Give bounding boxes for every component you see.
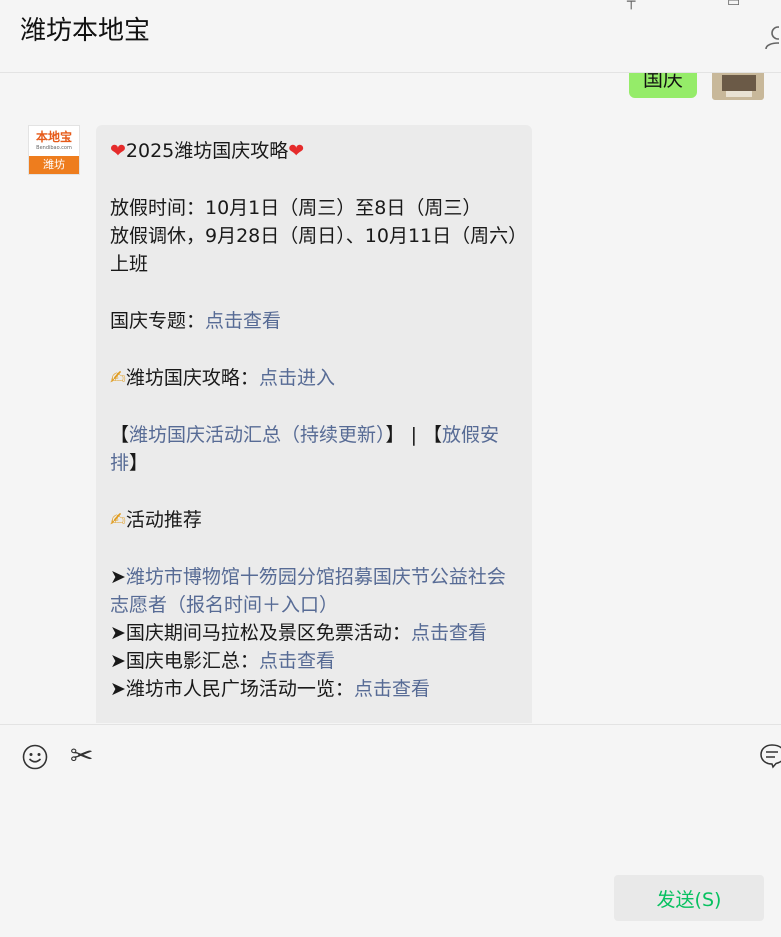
arrow-icon: ➤ bbox=[110, 650, 126, 672]
message-list[interactable]: 国庆 本地宝 Bendibao.com 潍坊 ❤2025潍坊国庆攻略❤ 放假时间… bbox=[0, 73, 781, 723]
avatar-logo-text: 本地宝 bbox=[35, 130, 72, 144]
heart-icon: ❤ bbox=[110, 140, 126, 162]
sent-message-bubble[interactable]: 国庆 bbox=[629, 73, 697, 98]
recommend-item: ➤国庆电影汇总：点击查看 bbox=[110, 650, 335, 672]
maximize-icon[interactable]: ▭ bbox=[727, 0, 740, 10]
recommend-heading: ✍活动推荐 bbox=[110, 509, 202, 531]
heart-icon: ❤ bbox=[288, 140, 305, 162]
received-message-bubble[interactable]: ❤2025潍坊国庆攻略❤ 放假时间：10月1日（周三）至8日（周三） 放假调休，… bbox=[96, 125, 532, 723]
recommend-item: ➤潍坊市人民广场活动一览：点击查看 bbox=[110, 678, 430, 700]
writing-hand-icon: ✍ bbox=[110, 367, 126, 389]
official-account-avatar[interactable]: 本地宝 Bendibao.com 潍坊 bbox=[28, 125, 80, 175]
message-input-area[interactable]: ✂ 发送(S) bbox=[0, 724, 781, 937]
profile-icon[interactable] bbox=[763, 24, 779, 50]
activity-links-line: 【潍坊国庆活动汇总（持续更新）】 | 【放假安排】 bbox=[110, 424, 500, 474]
chat-history-icon[interactable] bbox=[760, 743, 781, 769]
special-topic-link[interactable]: 点击查看 bbox=[205, 310, 281, 332]
special-topic-line: 国庆专题：点击查看 bbox=[110, 310, 282, 332]
screenshot-scissors-icon[interactable]: ✂ bbox=[70, 739, 93, 772]
writing-hand-icon: ✍ bbox=[110, 509, 126, 531]
recommend-item: ➤潍坊市博物馆十笏园分馆招募国庆节公益社会志愿者（报名时间＋入口） bbox=[110, 563, 518, 619]
museum-volunteer-link[interactable]: 潍坊市博物馆十笏园分馆招募国庆节公益社会志愿者（报名时间＋入口） bbox=[110, 566, 506, 616]
chat-title: 潍坊本地宝 bbox=[20, 16, 151, 46]
message-heading: ❤2025潍坊国庆攻略❤ bbox=[110, 140, 305, 162]
my-avatar[interactable] bbox=[712, 73, 764, 100]
avatar-logo-city: 潍坊 bbox=[29, 156, 79, 174]
adjusted-work-days: 放假调休，9月28日（周日）、10月11日（周六）上班 bbox=[110, 225, 518, 275]
recommend-item: ➤国庆期间马拉松及景区免票活动：点击查看 bbox=[110, 622, 487, 644]
arrow-icon: ➤ bbox=[110, 622, 126, 644]
guide-line: ✍潍坊国庆攻略：点击进入 bbox=[110, 367, 335, 389]
activity-summary-link[interactable]: 潍坊国庆活动汇总（持续更新） bbox=[129, 424, 386, 446]
arrow-icon: ➤ bbox=[110, 678, 126, 700]
pin-icon[interactable]: ┬ bbox=[627, 0, 635, 10]
chat-header: 潍坊本地宝 ┬ ▭ bbox=[0, 0, 781, 73]
emoji-icon[interactable] bbox=[22, 744, 48, 770]
guide-link[interactable]: 点击进入 bbox=[259, 367, 335, 389]
holiday-time: 放假时间：10月1日（周三）至8日（周三） bbox=[110, 197, 482, 219]
send-button[interactable]: 发送(S) bbox=[614, 875, 764, 921]
marathon-free-ticket-link[interactable]: 点击查看 bbox=[411, 622, 487, 644]
peoples-square-link[interactable]: 点击查看 bbox=[354, 678, 430, 700]
movies-link[interactable]: 点击查看 bbox=[259, 650, 335, 672]
arrow-icon: ➤ bbox=[110, 566, 126, 588]
avatar-logo-url: Bendibao.com bbox=[36, 145, 72, 151]
